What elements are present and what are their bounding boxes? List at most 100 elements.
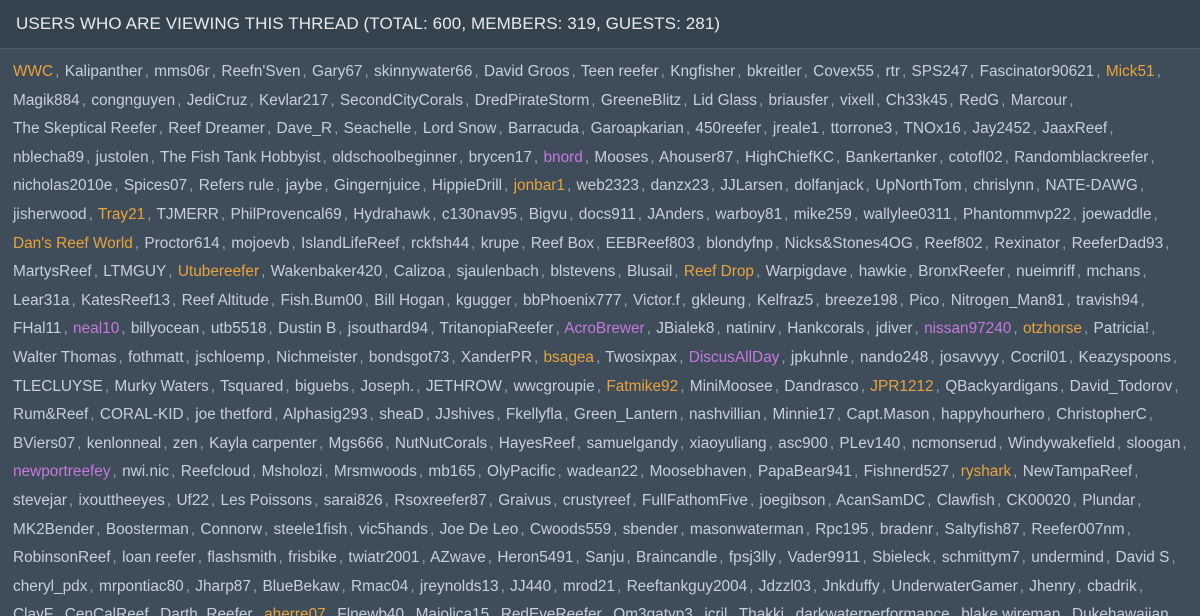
username-link[interactable]: Braincandle xyxy=(636,549,717,566)
username-link[interactable]: zen xyxy=(173,435,198,452)
username-link[interactable]: Vader9911 xyxy=(787,549,860,566)
username-link[interactable]: SPS247 xyxy=(912,63,968,80)
username-link[interactable]: joewaddle xyxy=(1082,206,1151,223)
username-link[interactable]: Lord Snow xyxy=(423,120,497,137)
username-link[interactable]: sloogan xyxy=(1126,435,1180,452)
username-link[interactable]: Fish.Bum00 xyxy=(280,292,362,309)
username-link[interactable]: danzx23 xyxy=(651,177,709,194)
username-link[interactable]: ncmonserud xyxy=(912,435,997,452)
username-link[interactable]: bradenr xyxy=(880,521,933,538)
username-link[interactable]: Jhenry xyxy=(1029,578,1075,595)
username-link[interactable]: Gingernjuice xyxy=(334,177,420,194)
username-link[interactable]: ClayF xyxy=(13,606,53,616)
username-link[interactable]: jonbar1 xyxy=(514,177,565,194)
username-link[interactable]: undermind xyxy=(1031,549,1104,566)
username-link[interactable]: nicholas2010e xyxy=(13,177,112,194)
username-link[interactable]: cheryl_pdx xyxy=(13,578,87,595)
username-link[interactable]: Dandrasco xyxy=(784,378,858,395)
username-link[interactable]: Lear31a xyxy=(13,292,69,309)
username-link[interactable]: Reefcloud xyxy=(181,463,250,480)
username-link[interactable]: utb5518 xyxy=(211,320,267,337)
username-link[interactable]: chrislynn xyxy=(973,177,1034,194)
username-link[interactable]: Flnewb40 xyxy=(337,606,404,616)
username-link[interactable]: Windywakefield xyxy=(1008,435,1115,452)
username-link[interactable]: JaaxReef xyxy=(1042,120,1107,137)
username-link[interactable]: Nitrogen_Man81 xyxy=(951,292,1065,309)
username-link[interactable]: OlyPacific xyxy=(487,463,555,480)
username-link[interactable]: Kevlar217 xyxy=(259,92,328,109)
username-link[interactable]: TLECLUYSE xyxy=(13,378,103,395)
username-link[interactable]: AZwave xyxy=(430,549,486,566)
username-link[interactable]: CORAL-KID xyxy=(100,406,184,423)
username-link[interactable]: ChristopherC xyxy=(1056,406,1147,423)
username-link[interactable]: Tray21 xyxy=(98,206,145,223)
username-link[interactable]: PapaBear941 xyxy=(758,463,852,480)
username-link[interactable]: dolfanjack xyxy=(794,177,863,194)
username-link[interactable]: Ahouser87 xyxy=(659,149,733,166)
username-link[interactable]: The Fish Tank Hobbyist xyxy=(160,149,321,166)
username-link[interactable]: jreynolds13 xyxy=(420,578,499,595)
username-link[interactable]: Marcour xyxy=(1011,92,1067,109)
username-link[interactable]: billyocean xyxy=(131,320,199,337)
username-link[interactable]: Majolica15 xyxy=(416,606,490,616)
username-link[interactable]: SecondCityCorals xyxy=(340,92,463,109)
username-link[interactable]: Sbieleck xyxy=(872,549,930,566)
username-link[interactable]: schmittym7 xyxy=(942,549,1020,566)
username-link[interactable]: warboy81 xyxy=(715,206,782,223)
username-link[interactable]: samuelgandy xyxy=(586,435,678,452)
username-link[interactable]: stevejar xyxy=(13,492,67,509)
username-link[interactable]: Connorw xyxy=(200,521,262,538)
username-link[interactable]: nashvillian xyxy=(689,406,761,423)
username-link[interactable]: GreeneBlitz xyxy=(601,92,681,109)
username-link[interactable]: jpkuhnle xyxy=(791,349,848,366)
username-link[interactable]: frisbike xyxy=(288,549,337,566)
username-link[interactable]: Magik884 xyxy=(13,92,80,109)
username-link[interactable]: IslandLifeReef xyxy=(301,235,399,252)
username-link[interactable]: The Skeptical Reefer xyxy=(13,120,157,137)
username-link[interactable]: jschloemp xyxy=(195,349,264,366)
username-link[interactable]: blstevens xyxy=(550,263,615,280)
username-link[interactable]: NATE-DAWG xyxy=(1045,177,1137,194)
username-link[interactable]: Seachelle xyxy=(344,120,412,137)
username-link[interactable]: Alphasig293 xyxy=(283,406,368,423)
username-link[interactable]: JJLarsen xyxy=(720,177,782,194)
username-link[interactable]: skinnywater66 xyxy=(374,63,472,80)
username-link[interactable]: Rsoxreefer87 xyxy=(394,492,486,509)
username-link[interactable]: MartysReef xyxy=(13,263,92,280)
username-link[interactable]: Gary67 xyxy=(312,63,362,80)
username-link[interactable]: otzhorse xyxy=(1023,320,1082,337)
username-link[interactable]: joegibson xyxy=(760,492,826,509)
username-link[interactable]: bkreitler xyxy=(747,63,802,80)
username-link[interactable]: Mooses xyxy=(594,149,648,166)
username-link[interactable]: Fatmike92 xyxy=(606,378,678,395)
username-link[interactable]: mrod21 xyxy=(563,578,615,595)
username-link[interactable]: RedG xyxy=(959,92,999,109)
username-link[interactable]: hawkie xyxy=(859,263,907,280)
username-link[interactable]: wallylee0311 xyxy=(863,206,951,223)
username-link[interactable]: PhilProvencal69 xyxy=(230,206,341,223)
username-link[interactable]: KatesReef13 xyxy=(81,292,170,309)
username-link[interactable]: ryshark xyxy=(961,463,1011,480)
username-link[interactable]: vixell xyxy=(840,92,874,109)
username-link[interactable]: asc900 xyxy=(778,435,828,452)
username-link[interactable]: Reefn'Sven xyxy=(221,63,300,80)
username-link[interactable]: Nicks&Stones4OG xyxy=(785,235,913,252)
username-link[interactable]: fothmatt xyxy=(128,349,184,366)
username-link[interactable]: Warpigdave xyxy=(766,263,848,280)
username-link[interactable]: sarai826 xyxy=(324,492,383,509)
username-link[interactable]: Calizoa xyxy=(394,263,445,280)
username-link[interactable]: Rpc195 xyxy=(815,521,868,538)
username-link[interactable]: Pico xyxy=(909,292,939,309)
username-link[interactable]: jisherwood xyxy=(13,206,87,223)
username-link[interactable]: Jdzzl03 xyxy=(759,578,811,595)
username-link[interactable]: blake.wireman xyxy=(961,606,1060,616)
username-link[interactable]: vic5hands xyxy=(359,521,428,538)
username-link[interactable]: BlueBekaw xyxy=(262,578,339,595)
username-link[interactable]: MK2Bender xyxy=(13,521,94,538)
username-link[interactable]: TNOx16 xyxy=(904,120,961,137)
username-link[interactable]: nblecha89 xyxy=(13,149,84,166)
username-link[interactable]: JBialek8 xyxy=(656,320,714,337)
username-link[interactable]: Bill Hogan xyxy=(374,292,444,309)
username-link[interactable]: jaybe xyxy=(286,177,323,194)
username-link[interactable]: crustyreef xyxy=(563,492,631,509)
